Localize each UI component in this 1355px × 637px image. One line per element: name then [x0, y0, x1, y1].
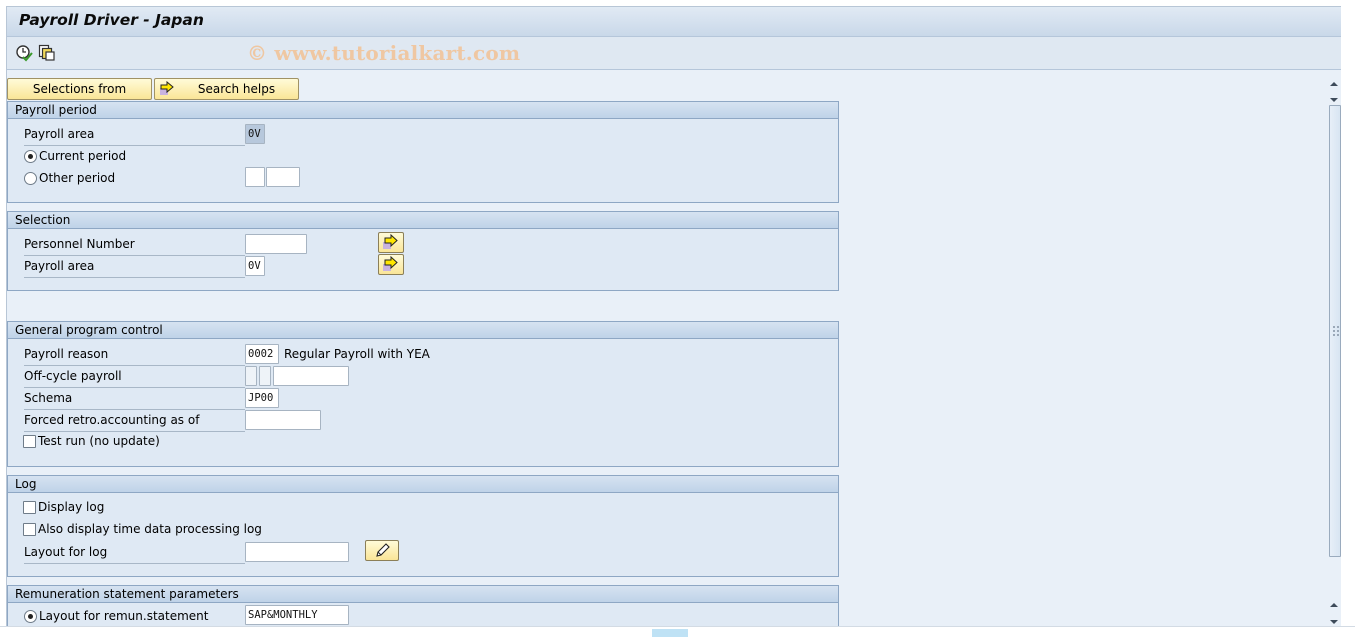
watermark: © www.tutorialkart.com [247, 41, 521, 65]
remun-layout-label: Layout for remun.statement [39, 609, 209, 623]
forced-retro-label: Forced retro.accounting as of [24, 412, 245, 432]
current-period-radio[interactable] [24, 150, 37, 163]
group-log: Log Display log Also display time data p… [7, 475, 839, 577]
personnel-number-multiple-selection-button[interactable] [378, 232, 404, 253]
application-toolbar: © www.tutorialkart.com [7, 37, 1341, 70]
payroll-reason-description: Regular Payroll with YEA [284, 347, 430, 361]
edit-layout-button[interactable] [365, 540, 399, 561]
time-data-log-label: Also display time data processing log [38, 522, 262, 536]
other-period-label: Other period [39, 171, 116, 185]
group-title: Payroll period [8, 102, 838, 119]
search-helps-button[interactable]: Search helps [154, 78, 299, 100]
group-title: Log [8, 476, 838, 493]
group-title: Remuneration statement parameters [8, 586, 838, 603]
title-bar: Payroll Driver - Japan [7, 7, 1341, 37]
payroll-area-label: Payroll area [24, 126, 245, 146]
arrow-right-icon [383, 255, 398, 271]
other-period-radio[interactable] [24, 172, 37, 185]
page-title: Payroll Driver - Japan [19, 11, 204, 29]
test-run-checkbox[interactable] [23, 435, 36, 448]
execute-background-icon[interactable] [15, 44, 33, 62]
payroll-area-label: Payroll area [24, 258, 245, 278]
arrow-right-icon [159, 80, 175, 102]
group-general-program-control: General program control Payroll reason 0… [7, 321, 839, 467]
display-log-checkbox[interactable] [23, 501, 36, 514]
layout-for-log-field[interactable] [245, 542, 349, 562]
other-period-field-1[interactable] [245, 167, 265, 187]
layout-for-log-label: Layout for log [24, 544, 245, 564]
selections-from-label: Selections from [32, 82, 127, 96]
pencil-icon [376, 543, 390, 557]
selections-from-button[interactable]: Selections from [7, 78, 152, 100]
group-selection: Selection Personnel Number Payroll area … [7, 211, 839, 291]
scroll-up-button-bottom[interactable] [1327, 598, 1341, 612]
arrow-right-icon [383, 233, 398, 249]
schema-label: Schema [24, 390, 245, 410]
personnel-number-field[interactable] [245, 234, 307, 254]
group-title: Selection [8, 212, 838, 229]
payroll-reason-label: Payroll reason [24, 346, 245, 366]
payroll-reason-field[interactable]: 0002 [245, 344, 279, 364]
time-data-log-checkbox[interactable] [23, 523, 36, 536]
payroll-area-multiple-selection-button[interactable] [378, 254, 404, 275]
current-period-label: Current period [39, 149, 127, 163]
off-cycle-field-2[interactable] [259, 366, 271, 386]
get-variant-icon[interactable] [38, 44, 56, 62]
schema-field[interactable]: JP00 [245, 388, 279, 408]
selection-screen: Selections from Search helps Payroll per… [7, 71, 1325, 631]
status-bar [0, 626, 1355, 637]
group-remuneration: Remuneration statement parameters Layout… [7, 585, 839, 631]
forced-retro-field[interactable] [245, 410, 321, 430]
triangle-up-icon [1330, 82, 1338, 86]
vertical-scrollbar[interactable] [1327, 71, 1341, 631]
off-cycle-label: Off-cycle payroll [24, 368, 245, 388]
search-helps-label: Search helps [197, 82, 276, 96]
triangle-up-icon [1330, 603, 1338, 607]
personnel-number-label: Personnel Number [24, 236, 245, 256]
selection-payroll-area-field[interactable]: 0V [245, 256, 265, 276]
sap-window: Payroll Driver - Japan © www.tutorialkar… [6, 6, 1341, 637]
payroll-reason-row: Payroll reason 0002 Regular Payroll with… [24, 344, 824, 366]
off-cycle-date-field[interactable] [273, 366, 349, 386]
remun-layout-field[interactable]: SAP&MONTHLY [245, 605, 349, 625]
display-log-label: Display log [38, 500, 105, 514]
group-payroll-period: Payroll period Payroll area 0V Current p… [7, 101, 839, 203]
scroll-up-button[interactable] [1327, 77, 1341, 91]
scroll-thumb[interactable] [1329, 105, 1341, 557]
payroll-area-field[interactable]: 0V [245, 124, 265, 144]
remun-layout-radio[interactable] [24, 610, 37, 623]
sap-logo [652, 629, 688, 637]
grip-icon [1333, 326, 1339, 336]
other-period-field-2[interactable] [266, 167, 300, 187]
group-title: General program control [8, 322, 838, 339]
test-run-label: Test run (no update) [38, 434, 160, 448]
off-cycle-field-1[interactable] [245, 366, 257, 386]
